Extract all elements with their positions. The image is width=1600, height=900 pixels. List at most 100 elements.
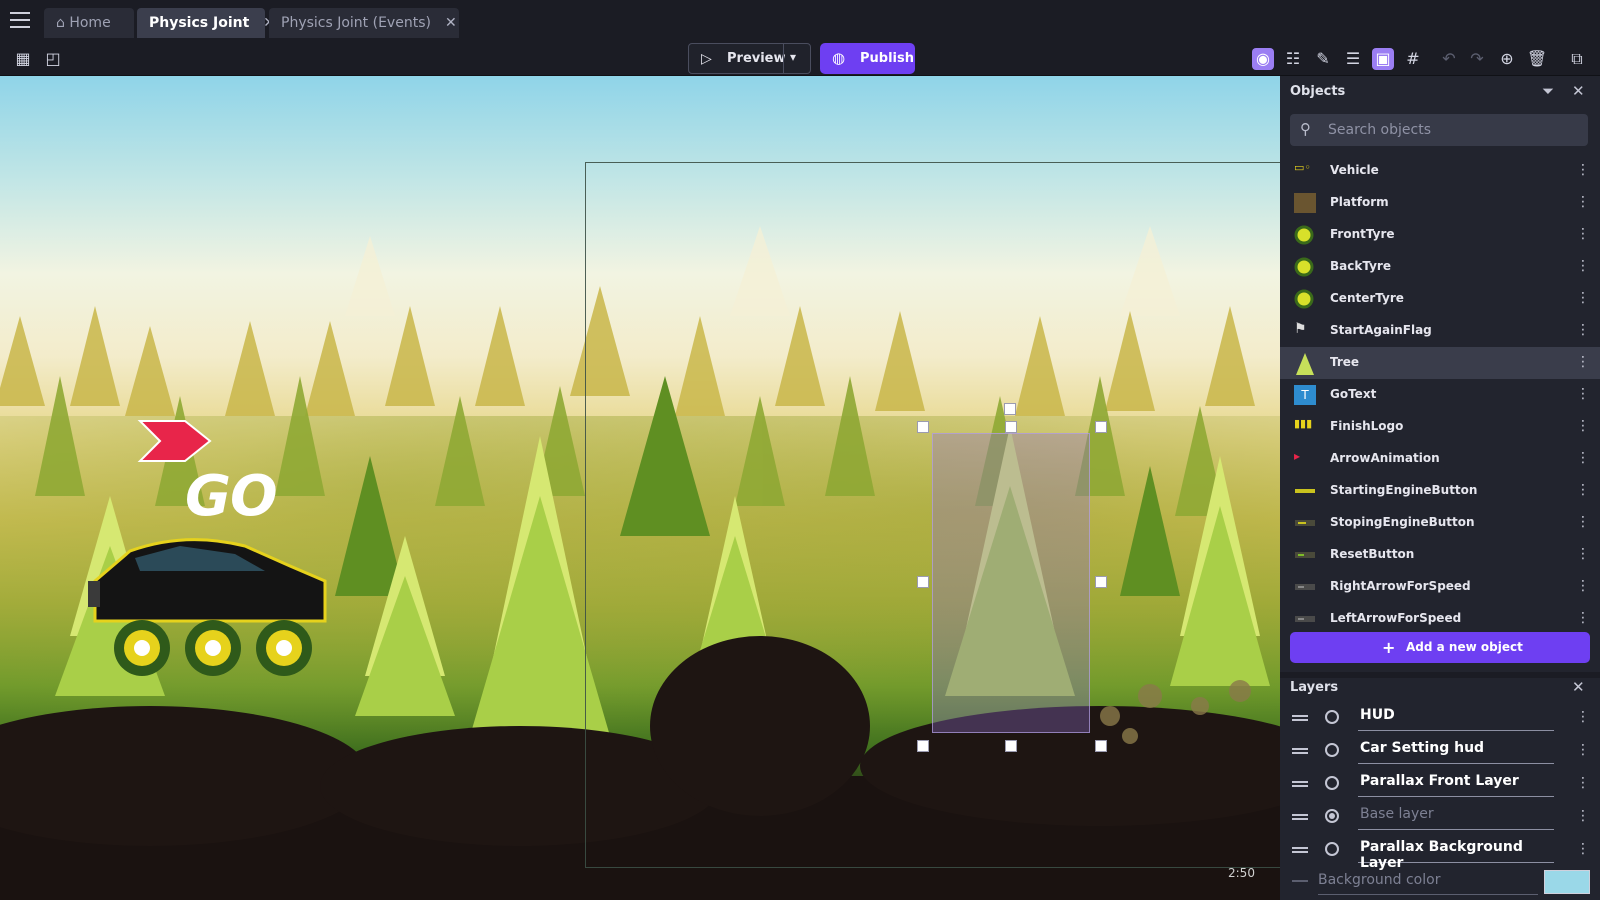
layers-icon[interactable]: ☰ (1342, 48, 1364, 70)
menu-icon[interactable] (10, 12, 30, 28)
list-item[interactable]: ▭◦ Vehicle ⋮ (1280, 155, 1600, 187)
more-options-icon[interactable]: ⋮ (1576, 226, 1590, 242)
layer-row[interactable]: HUD ⋮ (1280, 702, 1600, 735)
tab-label: Physics Joint (149, 15, 250, 31)
more-options-icon[interactable]: ⋮ (1576, 258, 1590, 274)
list-item[interactable]: ▸ ArrowAnimation ⋮ (1280, 443, 1600, 475)
list-item[interactable]: Platform ⋮ (1280, 187, 1600, 219)
delete-icon[interactable]: 🗑 (1526, 48, 1548, 70)
list-item[interactable]: ⚑ StartAgainFlag ⋮ (1280, 315, 1600, 347)
list-item[interactable]: ResetButton ⋮ (1280, 539, 1600, 571)
list-item[interactable]: Tree ⋮ (1280, 347, 1600, 379)
search-input[interactable] (1328, 118, 1578, 142)
drag-handle-icon[interactable] (1292, 715, 1308, 723)
visibility-icon[interactable] (1325, 809, 1339, 823)
background-color-swatch[interactable] (1544, 870, 1590, 894)
list-item[interactable]: T GoText ⋮ (1280, 379, 1600, 411)
go-text[interactable]: GO (185, 464, 278, 529)
add-new-object-button[interactable]: + Add a new object (1290, 632, 1590, 663)
more-options-icon[interactable]: ⋮ (1576, 610, 1590, 626)
layer-name-field[interactable]: Parallax Background Layer (1358, 839, 1554, 871)
resize-handle-r[interactable] (1095, 576, 1107, 588)
visibility-icon[interactable] (1325, 776, 1339, 790)
objects-groups-icon[interactable]: ▦ (12, 48, 34, 70)
more-options-icon[interactable]: ⋮ (1576, 841, 1590, 857)
edit-icon[interactable]: ✎ (1312, 48, 1334, 70)
close-icon[interactable]: ✕ (1572, 82, 1585, 100)
more-options-icon[interactable]: ⋮ (1576, 322, 1590, 338)
export-icon[interactable]: ⧉ (1566, 48, 1588, 70)
layer-row[interactable]: Base layer ⋮ (1280, 801, 1600, 834)
layer-row[interactable]: Parallax Background Layer ⋮ (1280, 834, 1600, 871)
preview-button[interactable]: ▷ Preview ▾ (688, 43, 811, 74)
more-options-icon[interactable]: ⋮ (1576, 354, 1590, 370)
visibility-icon[interactable] (1325, 743, 1339, 757)
tab-physics-joint[interactable]: Physics Joint✕ (137, 8, 275, 38)
redo-icon[interactable]: ↷ (1466, 48, 1488, 70)
more-options-icon[interactable]: ⋮ (1576, 514, 1590, 530)
layer-row[interactable]: Car Setting hud ⋮ (1280, 735, 1600, 768)
scene-canvas[interactable]: GO 2:50 (0, 76, 1280, 900)
undo-icon[interactable]: ↶ (1438, 48, 1460, 70)
list-item[interactable]: RightArrowForSpeed ⋮ (1280, 571, 1600, 603)
layer-name-field[interactable]: Car Setting hud (1358, 740, 1554, 764)
list-item[interactable]: FrontTyre ⋮ (1280, 219, 1600, 251)
properties-icon[interactable]: ◰ (42, 48, 64, 70)
drag-handle-icon[interactable] (1292, 814, 1308, 822)
list-item[interactable]: StopingEngineButton ⋮ (1280, 507, 1600, 539)
drag-handle-icon[interactable] (1292, 781, 1308, 789)
resize-handle-br[interactable] (1095, 740, 1107, 752)
selected-tree-instance[interactable] (932, 433, 1090, 733)
objects-panel-toggle-icon[interactable]: ◉ (1252, 48, 1274, 70)
panel-divider (1280, 672, 1600, 678)
more-options-icon[interactable]: ⋮ (1576, 450, 1590, 466)
more-options-icon[interactable]: ⋮ (1576, 418, 1590, 434)
list-item[interactable]: BackTyre ⋮ (1280, 251, 1600, 283)
more-options-icon[interactable]: ⋮ (1576, 775, 1590, 791)
resize-handle-l[interactable] (917, 576, 929, 588)
more-options-icon[interactable]: ⋮ (1576, 482, 1590, 498)
resize-handle-tl[interactable] (917, 421, 929, 433)
drag-handle-icon[interactable] (1292, 748, 1308, 756)
resize-handle-t[interactable] (1005, 421, 1017, 433)
search-objects[interactable]: ⚲ (1290, 114, 1588, 146)
layers-panel-title: Layers (1290, 680, 1339, 695)
list-item[interactable]: StartingEngineButton ⋮ (1280, 475, 1600, 507)
more-options-icon[interactable]: ⋮ (1576, 808, 1590, 824)
publish-button[interactable]: ◍ Publish (820, 43, 915, 74)
close-icon[interactable]: ✕ (445, 15, 457, 31)
close-icon[interactable]: ✕ (1572, 678, 1585, 696)
more-options-icon[interactable]: ⋮ (1576, 194, 1590, 210)
rotate-handle[interactable] (1004, 403, 1016, 415)
more-options-icon[interactable]: ⋮ (1576, 709, 1590, 725)
filter-icon[interactable]: ⏷ (1542, 82, 1554, 100)
chevron-down-icon[interactable]: ▾ (790, 50, 796, 64)
drag-handle-icon[interactable] (1292, 847, 1308, 855)
layer-row[interactable]: Parallax Front Layer ⋮ (1280, 768, 1600, 801)
grid-icon[interactable]: # (1402, 48, 1424, 70)
layer-name-field[interactable]: HUD (1358, 707, 1554, 731)
more-options-icon[interactable]: ⋮ (1576, 386, 1590, 402)
tab-home[interactable]: ⌂ Home (44, 8, 134, 38)
layer-name-field[interactable]: Parallax Front Layer (1358, 773, 1554, 797)
visibility-icon[interactable] (1325, 842, 1339, 856)
tab-label: Home (69, 15, 111, 31)
resize-handle-bl[interactable] (917, 740, 929, 752)
more-options-icon[interactable]: ⋮ (1576, 578, 1590, 594)
layers-panel-toggle-icon[interactable]: ▣ (1372, 48, 1394, 70)
list-item[interactable]: CenterTyre ⋮ (1280, 283, 1600, 315)
visibility-icon[interactable] (1325, 710, 1339, 724)
list-item[interactable]: LeftArrowForSpeed ⋮ (1280, 603, 1600, 635)
resize-handle-b[interactable] (1005, 740, 1017, 752)
more-options-icon[interactable]: ⋮ (1576, 546, 1590, 562)
more-options-icon[interactable]: ⋮ (1576, 742, 1590, 758)
more-options-icon[interactable]: ⋮ (1576, 162, 1590, 178)
list-item[interactable]: ▮▮▮ FinishLogo ⋮ (1280, 411, 1600, 443)
more-options-icon[interactable]: ⋮ (1576, 290, 1590, 306)
resize-handle-tr[interactable] (1095, 421, 1107, 433)
instances-list-icon[interactable]: ☷ (1282, 48, 1304, 70)
tyre-icon (1294, 289, 1316, 309)
tab-physics-joint-events[interactable]: Physics Joint (Events) ✕ (269, 8, 459, 38)
zoom-icon[interactable]: ⊕ (1496, 48, 1518, 70)
layer-name-field[interactable]: Base layer (1358, 806, 1554, 830)
